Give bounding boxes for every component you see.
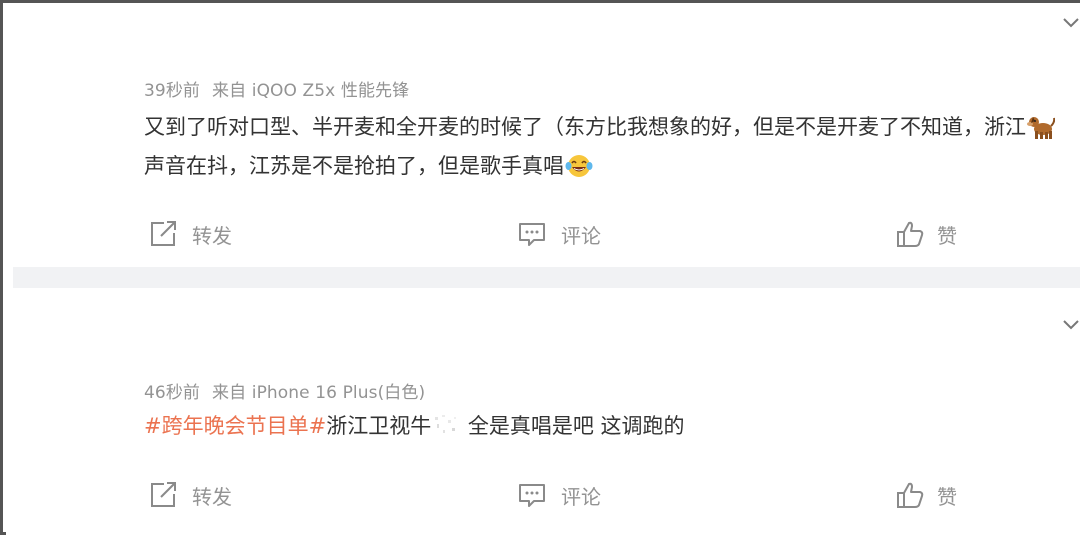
dog-emoji-icon xyxy=(1027,117,1055,139)
comment-button[interactable]: 评论 xyxy=(517,477,601,513)
thumbs-up-icon xyxy=(897,221,924,247)
comment-time: 39秒前 xyxy=(144,81,201,101)
comment-source: 来自 iQOO Z5x 性能先锋 xyxy=(212,81,410,101)
comment-text-part: 声音在抖，江苏是不是抢拍了，但是歌手真唱 xyxy=(144,154,564,178)
repost-button[interactable]: 转发 xyxy=(148,216,232,252)
hashtag-link[interactable]: #跨年晚会节目单# xyxy=(144,414,326,438)
comment-time: 46秒前 xyxy=(144,383,201,403)
comment-source: 来自 iPhone 16 Plus(白色) xyxy=(212,383,426,403)
comment-text: 又到了听对口型、半开麦和全开麦的时候了（东方比我想象的好，但是不是开麦了不知道，… xyxy=(144,108,1074,186)
comment-text: #跨年晚会节目单#浙江卫视牛 全是真唱是吧 这调跑的 xyxy=(144,407,1074,446)
repost-button[interactable]: 转发 xyxy=(148,477,232,513)
repost-icon xyxy=(151,221,176,246)
comment-meta: 39秒前 来自 iQOO Z5x 性能先锋 xyxy=(144,76,409,101)
chevron-down-icon[interactable] xyxy=(1063,16,1079,30)
blurred-emoji-icon xyxy=(435,415,457,433)
comment-actions: 转发 评论 赞 xyxy=(6,216,1080,252)
card-divider xyxy=(13,267,1080,288)
repost-label: 转发 xyxy=(192,484,232,509)
repost-icon xyxy=(151,482,176,507)
like-button[interactable]: 赞 xyxy=(895,216,957,252)
comment-icon xyxy=(519,484,545,507)
comment-card: 46秒前 来自 iPhone 16 Plus(白色) #跨年晚会节目单#浙江卫视牛… xyxy=(6,288,1080,535)
comment-label: 评论 xyxy=(561,484,601,509)
comment-button[interactable]: 评论 xyxy=(517,216,601,252)
like-label: 赞 xyxy=(937,223,957,248)
comment-text-part: 全是真唱是吧 这调跑的 xyxy=(461,414,685,438)
chevron-down-icon[interactable] xyxy=(1063,318,1079,332)
comment-text-part: 浙江卫视牛 xyxy=(326,414,432,438)
comment-text-part: 又到了听对口型、半开麦和全开麦的时候了（东方比我想象的好，但是不是开麦了不知道，… xyxy=(144,115,1026,139)
comment-icon xyxy=(519,223,545,246)
repost-label: 转发 xyxy=(192,223,232,248)
comment-card: 39秒前 来自 iQOO Z5x 性能先锋 又到了听对口型、半开麦和全开麦的时候了… xyxy=(6,6,1080,267)
comment-label: 评论 xyxy=(561,223,601,248)
comment-list: 39秒前 来自 iQOO Z5x 性能先锋 又到了听对口型、半开麦和全开麦的时候了… xyxy=(0,0,1080,535)
comment-meta: 46秒前 来自 iPhone 16 Plus(白色) xyxy=(144,378,425,403)
like-button[interactable]: 赞 xyxy=(895,477,957,513)
laughing-crying-emoji-icon xyxy=(565,155,593,177)
thumbs-up-icon xyxy=(897,482,924,508)
like-label: 赞 xyxy=(937,484,957,509)
comment-actions: 转发 评论 赞 xyxy=(6,477,1080,513)
